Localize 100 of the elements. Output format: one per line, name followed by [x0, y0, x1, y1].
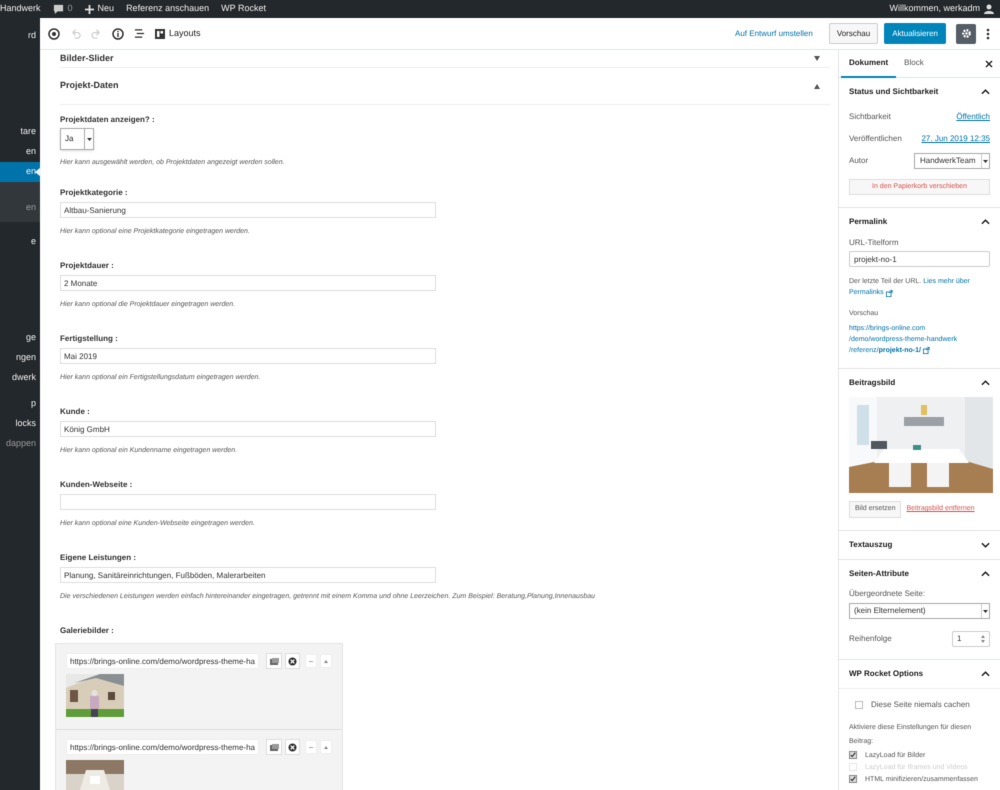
- url-field[interactable]: https://brings-online.com/demo/wordpress-theme-ha: [66, 739, 260, 755]
- field-label: Reihenfolge: [849, 633, 892, 645]
- field-label: Projektdaten anzeigen? :: [60, 114, 156, 126]
- field-label: Autor: [849, 155, 868, 167]
- user-icon[interactable]: [984, 4, 994, 14]
- menu-item[interactable]: dwerk: [0, 368, 40, 388]
- minus-icon: [309, 660, 314, 662]
- menu-item[interactable]: en: [0, 162, 40, 182]
- section-title[interactable]: Bilder-Slider: [60, 52, 114, 66]
- comment-count[interactable]: 0: [68, 2, 73, 16]
- field-label: Eigene Leistungen :: [60, 552, 138, 564]
- field-label: Projektkategorie :: [60, 187, 129, 199]
- chevron-up-icon[interactable]: [981, 379, 990, 387]
- menu-item[interactable]: locks: [0, 414, 40, 434]
- panel-title[interactable]: Textauszug: [849, 539, 892, 551]
- panel-title[interactable]: Permalink: [849, 216, 888, 228]
- select-field[interactable]: Ja: [60, 128, 94, 150]
- layouts-button[interactable]: Layouts: [155, 26, 201, 40]
- admin-bar-link[interactable]: WP Rocket: [221, 2, 266, 16]
- close-icon: [288, 656, 298, 666]
- list-icon[interactable]: [134, 28, 145, 39]
- parent-select[interactable]: (kein Elternelement): [849, 603, 990, 619]
- menu-item[interactable]: rd: [0, 26, 40, 46]
- text-field[interactable]: Mai 2019: [60, 348, 436, 364]
- comment-icon[interactable]: [52, 4, 64, 14]
- panel-title[interactable]: Beitragsbild: [849, 377, 896, 389]
- chevron-up-icon[interactable]: [981, 570, 990, 578]
- preview-button[interactable]: Vorschau: [828, 23, 878, 44]
- menu-item[interactable]: p: [0, 394, 40, 414]
- chevron-up-icon[interactable]: [981, 88, 990, 96]
- panel-title[interactable]: Status und Sichtbarkeit: [849, 86, 938, 98]
- field-value: 1: [957, 633, 962, 645]
- settings-button[interactable]: [956, 24, 976, 44]
- triangle-down-icon[interactable]: [814, 56, 820, 61]
- info-icon[interactable]: [112, 28, 124, 40]
- greeting-link[interactable]: Willkommen, werkadm: [889, 2, 980, 16]
- value-link[interactable]: 27. Jun 2019 12:35: [921, 133, 990, 145]
- field-label: Projektdauer :: [60, 260, 115, 272]
- dropdown-arrow-icon: [86, 138, 92, 140]
- section-title[interactable]: Projekt-Daten: [60, 79, 119, 93]
- slug-field[interactable]: projekt-no-1: [849, 251, 990, 267]
- value-link[interactable]: Öffentlich: [956, 111, 990, 123]
- chevron-down-icon[interactable]: [981, 541, 990, 549]
- field-label: Veröffentlichen: [849, 133, 902, 145]
- more-options-icon[interactable]: [986, 28, 990, 40]
- menu-item[interactable]: dappen: [0, 434, 40, 454]
- caret-icon: [324, 660, 328, 662]
- text-field[interactable]: Altbau-Sanierung: [60, 202, 436, 218]
- switch-to-draft-link[interactable]: Auf Entwurf umstellen: [735, 28, 813, 40]
- panel-title[interactable]: WP Rocket Options: [849, 668, 924, 680]
- field-label: Sichtbarkeit: [849, 111, 891, 123]
- site-name-link[interactable]: Handwerk: [0, 2, 41, 16]
- text-field[interactable]: Planung, Sanitäreinrichtungen, Fußböden, Malerarbeiten: [60, 567, 436, 583]
- close-icon[interactable]: [985, 60, 993, 68]
- sidebar-tab[interactable]: Dokument: [841, 50, 896, 78]
- menu-item[interactable]: ngen: [0, 348, 40, 368]
- move-down-button[interactable]: [320, 740, 332, 754]
- spinner-icon[interactable]: [981, 635, 985, 643]
- caret-icon: [324, 746, 328, 748]
- sidebar-tab[interactable]: Block: [896, 50, 932, 78]
- text-field[interactable]: König GmbH: [60, 421, 436, 437]
- menu-item[interactable]: e: [0, 232, 40, 252]
- media-button[interactable]: [266, 653, 282, 669]
- panel-title[interactable]: Seiten-Attribute: [849, 568, 909, 580]
- text-field[interactable]: 2 Monate: [60, 275, 436, 291]
- close-icon: [288, 742, 298, 752]
- author-select[interactable]: HandwerkTeam: [914, 153, 990, 169]
- menu-item[interactable]: ge: [0, 328, 40, 348]
- minus-icon: [309, 746, 314, 748]
- menu-item[interactable]: en: [0, 142, 40, 162]
- media-button[interactable]: [266, 739, 282, 755]
- field-label: Kunde :: [60, 406, 91, 418]
- check-icon: [850, 776, 856, 782]
- checkbox[interactable]: [855, 701, 863, 709]
- update-button[interactable]: Aktualisieren: [884, 23, 946, 44]
- dropdown-arrow-icon: [983, 160, 988, 162]
- select-value: HandwerkTeam: [920, 155, 976, 167]
- url-field[interactable]: https://brings-online.com/demo/wordpress-theme-ha: [66, 653, 260, 669]
- select-value: Ja: [65, 133, 74, 145]
- layouts-icon: [155, 28, 165, 38]
- field-label: Fertigstellung :: [60, 333, 119, 345]
- new-link[interactable]: Neu: [98, 2, 114, 16]
- chevron-up-icon[interactable]: [981, 218, 990, 226]
- chevron-up-icon[interactable]: [981, 670, 990, 678]
- triangle-up-icon[interactable]: [814, 84, 820, 88]
- add-block-icon[interactable]: [48, 28, 60, 40]
- menu-item[interactable]: tare: [0, 122, 40, 142]
- text-field[interactable]: [60, 494, 436, 510]
- field-label: Galeriebilder :: [60, 625, 115, 637]
- plus-icon[interactable]: [84, 4, 94, 14]
- check-icon: [850, 752, 856, 758]
- move-down-button[interactable]: [320, 654, 332, 668]
- checkbox[interactable]: [849, 751, 857, 759]
- remove-button[interactable]: [284, 739, 300, 755]
- order-field[interactable]: 1: [952, 631, 990, 647]
- checkbox[interactable]: [849, 775, 857, 783]
- field-label: Übergeordnete Seite:: [849, 588, 926, 600]
- remove-button[interactable]: [284, 653, 300, 669]
- admin-bar-link[interactable]: Referenz anschauen: [126, 2, 210, 16]
- images-icon: [268, 656, 279, 666]
